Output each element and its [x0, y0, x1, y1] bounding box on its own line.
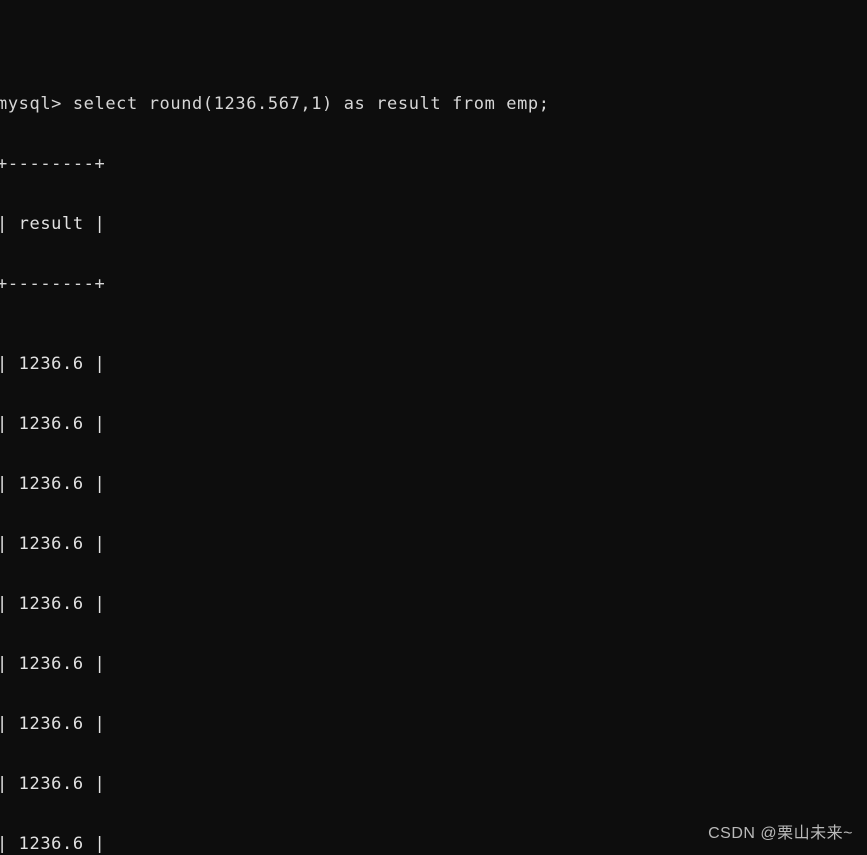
- table-row: | 1236.6 |: [0, 714, 106, 734]
- table-row: | 1236.6 |: [0, 774, 106, 794]
- command-prompt-line: mysql> select round(1236.567,1) as resul…: [0, 94, 550, 114]
- table-row: | 1236.6 |: [0, 354, 106, 374]
- table-header-row: | result |: [0, 214, 106, 234]
- table-row: | 1236.6 |: [0, 534, 106, 554]
- table-row: | 1236.6 |: [0, 414, 106, 434]
- terminal-screen: mysql> select round(1236.567,1) as resul…: [0, 0, 867, 855]
- table-row: | 1236.6 |: [0, 474, 106, 494]
- table-top-rule: +--------+: [0, 154, 106, 174]
- table-row: | 1236.6 |: [0, 654, 106, 674]
- watermark-text: CSDN @栗山未来~: [708, 825, 853, 842]
- terminal-output[interactable]: mysql> select round(1236.567,1) as resul…: [0, 14, 867, 855]
- table-row: | 1236.6 |: [0, 594, 106, 614]
- table-header-rule: +--------+: [0, 274, 106, 294]
